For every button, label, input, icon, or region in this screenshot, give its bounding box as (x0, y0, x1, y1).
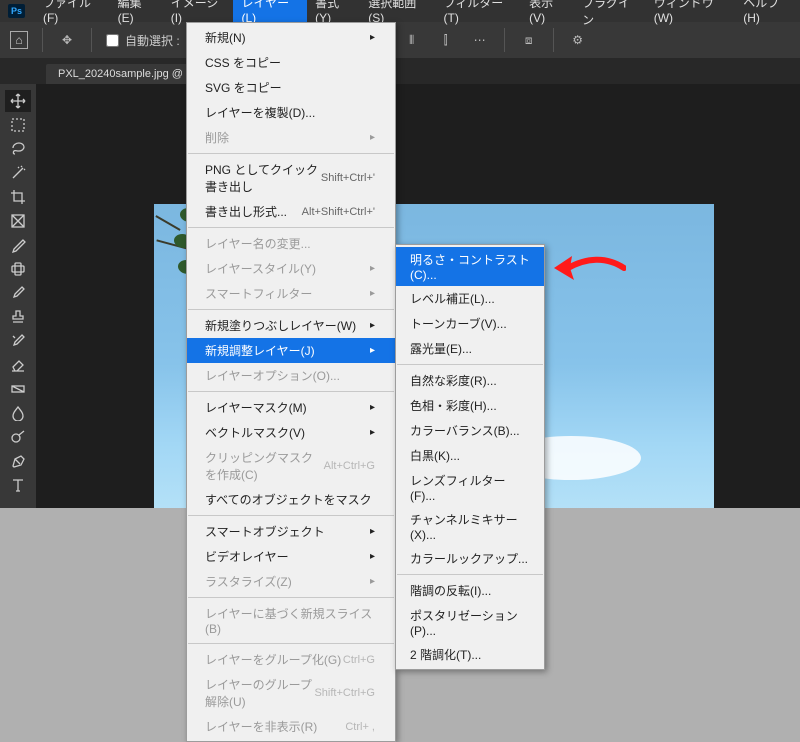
adj-submenu-item-15[interactable]: 2 階調化(T)... (396, 642, 544, 667)
move-tool[interactable] (5, 90, 31, 112)
menu-表示[interactable]: 表示(V) (521, 0, 574, 31)
adj-submenu-item-13[interactable]: 階調の反転(I)... (396, 578, 544, 603)
layer-menu-item-4: 削除▸ (187, 125, 395, 150)
menu-フィルター[interactable]: フィルター(T) (436, 0, 522, 31)
adj-submenu-item-9[interactable]: レンズフィルター(F)... (396, 468, 544, 507)
layer-menu-item-1[interactable]: CSS をコピー (187, 50, 395, 75)
layer-menu-item-28: レイヤーをグループ化(G)Ctrl+G (187, 647, 395, 672)
auto-select-checkbox[interactable]: 自動選択 : (106, 32, 180, 49)
move-cursor-icon[interactable]: ✥ (57, 33, 77, 47)
adj-submenu-item-6[interactable]: 色相・彩度(H)... (396, 393, 544, 418)
adj-submenu-item-1[interactable]: レベル補正(L)... (396, 286, 544, 311)
lasso-tool[interactable] (5, 138, 31, 160)
layer-menu-item-20[interactable]: すべてのオブジェクトをマスク (187, 487, 395, 512)
layer-menu-item-29: レイヤーのグループ解除(U)Shift+Ctrl+G (187, 672, 395, 714)
document-tabs: PXL_20240sample.jpg @ 25 (0, 58, 800, 84)
adj-submenu-item-14[interactable]: ポスタリゼーション(P)... (396, 603, 544, 642)
toolbar (0, 84, 36, 508)
menubar: Ps ファイル(F)編集(E)イメージ(I)レイヤー(L)書式(Y)選択範囲(S… (0, 0, 800, 22)
auto-select-label: 自動選択 : (125, 32, 180, 49)
3d-icon[interactable]: ⧈ (519, 33, 539, 48)
type-tool[interactable] (5, 474, 31, 496)
layer-menu-item-0[interactable]: 新規(N)▸ (187, 25, 395, 50)
dodge-tool[interactable] (5, 426, 31, 448)
annotation-arrow (546, 248, 626, 291)
align-icon-2[interactable]: ⫴ (402, 33, 422, 48)
layer-menu-item-18[interactable]: ベクトルマスク(V)▸ (187, 420, 395, 445)
adj-submenu-item-2[interactable]: トーンカーブ(V)... (396, 311, 544, 336)
menu-ウィンドウ[interactable]: ウィンドウ(W) (646, 0, 735, 31)
layer-menu-item-24: ラスタライズ(Z)▸ (187, 569, 395, 594)
gear-icon[interactable]: ⚙ (568, 33, 588, 47)
layer-menu-item-13[interactable]: 新規塗りつぶしレイヤー(W)▸ (187, 313, 395, 338)
home-button[interactable]: ⌂ (10, 31, 28, 49)
menu-プラグイン[interactable]: プラグイン (574, 0, 646, 31)
layer-menu-item-3[interactable]: レイヤーを複製(D)... (187, 100, 395, 125)
layer-menu-item-9: レイヤー名の変更... (187, 231, 395, 256)
layer-menu-item-7[interactable]: 書き出し形式...Alt+Shift+Ctrl+' (187, 199, 395, 224)
app-icon: Ps (8, 4, 25, 18)
blur-tool[interactable] (5, 402, 31, 424)
adj-submenu-item-8[interactable]: 白黒(K)... (396, 443, 544, 468)
layer-menu-item-6[interactable]: PNG としてクイック書き出しShift+Ctrl+' (187, 157, 395, 199)
more-icon[interactable]: ⋯ (470, 33, 490, 47)
layer-menu-item-30: レイヤーを非表示(R)Ctrl+ , (187, 714, 395, 739)
auto-select-input[interactable] (106, 34, 119, 47)
layer-menu-item-22[interactable]: スマートオブジェクト▸ (187, 519, 395, 544)
adj-submenu-item-3[interactable]: 露光量(E)... (396, 336, 544, 361)
layer-menu-item-11: スマートフィルター▸ (187, 281, 395, 306)
pen-tool[interactable] (5, 450, 31, 472)
crop-tool[interactable] (5, 186, 31, 208)
menu-ヘルプ[interactable]: ヘルプ(H) (735, 0, 800, 31)
layer-menu-item-26: レイヤーに基づく新規スライス(B) (187, 601, 395, 640)
marquee-tool[interactable] (5, 114, 31, 136)
adj-submenu-item-10[interactable]: チャンネルミキサー(X)... (396, 507, 544, 546)
layer-menu-item-10: レイヤースタイル(Y)▸ (187, 256, 395, 281)
menubar-items: ファイル(F)編集(E)イメージ(I)レイヤー(L)書式(Y)選択範囲(S)フィ… (35, 0, 800, 31)
layer-menu-item-17[interactable]: レイヤーマスク(M)▸ (187, 395, 395, 420)
wand-tool[interactable] (5, 162, 31, 184)
layer-menu-item-14[interactable]: 新規調整レイヤー(J)▸ (187, 338, 395, 363)
healing-tool[interactable] (5, 258, 31, 280)
stamp-tool[interactable] (5, 306, 31, 328)
layer-menu-dropdown: 新規(N)▸CSS をコピーSVG をコピーレイヤーを複製(D)...削除▸ PN… (186, 22, 396, 742)
eraser-tool[interactable] (5, 354, 31, 376)
gradient-tool[interactable] (5, 378, 31, 400)
adj-submenu-item-11[interactable]: カラールックアップ... (396, 546, 544, 571)
adj-submenu-item-5[interactable]: 自然な彩度(R)... (396, 368, 544, 393)
menu-ファイル[interactable]: ファイル(F) (35, 0, 110, 31)
adj-submenu-item-0[interactable]: 明るさ・コントラスト(C)... (396, 247, 544, 286)
new-adjustment-layer-submenu: 明るさ・コントラスト(C)...レベル補正(L)...トーンカーブ(V)...露… (395, 244, 545, 670)
adj-submenu-item-7[interactable]: カラーバランス(B)... (396, 418, 544, 443)
layer-menu-item-2[interactable]: SVG をコピー (187, 75, 395, 100)
layer-menu-item-15: レイヤーオプション(O)... (187, 363, 395, 388)
eyedropper-tool[interactable] (5, 234, 31, 256)
history-brush-tool[interactable] (5, 330, 31, 352)
layer-menu-item-23[interactable]: ビデオレイヤー▸ (187, 544, 395, 569)
align-icon-3[interactable]: ⫿ (436, 33, 456, 48)
brush-tool[interactable] (5, 282, 31, 304)
frame-tool[interactable] (5, 210, 31, 232)
layer-menu-item-19: クリッピングマスクを作成(C)Alt+Ctrl+G (187, 445, 395, 487)
menu-編集[interactable]: 編集(E) (110, 0, 163, 31)
